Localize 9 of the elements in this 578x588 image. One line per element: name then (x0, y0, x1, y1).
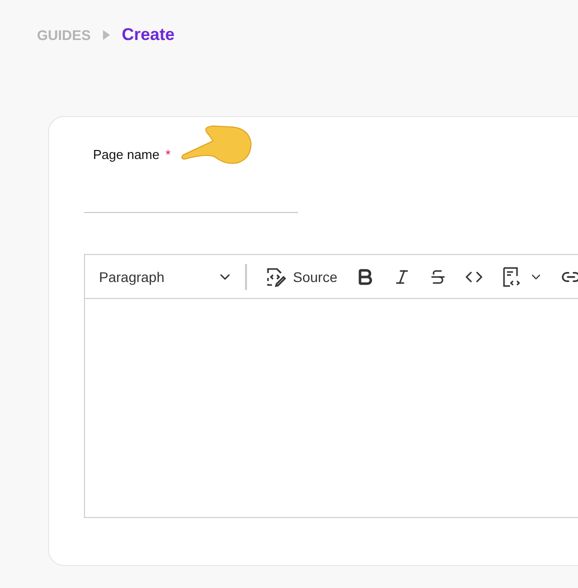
breadcrumb-separator-icon (102, 30, 110, 40)
source-button[interactable]: Source (259, 262, 344, 292)
source-edit-icon (265, 266, 287, 288)
breadcrumb-item[interactable]: Create (122, 25, 175, 45)
rich-text-editor[interactable]: Paragraph Source (84, 254, 578, 518)
required-marker: * (166, 147, 171, 162)
field-label: Page name (93, 147, 160, 162)
strikethrough-icon (429, 268, 448, 286)
block-format-dropdown[interactable]: Paragraph (99, 268, 233, 284)
